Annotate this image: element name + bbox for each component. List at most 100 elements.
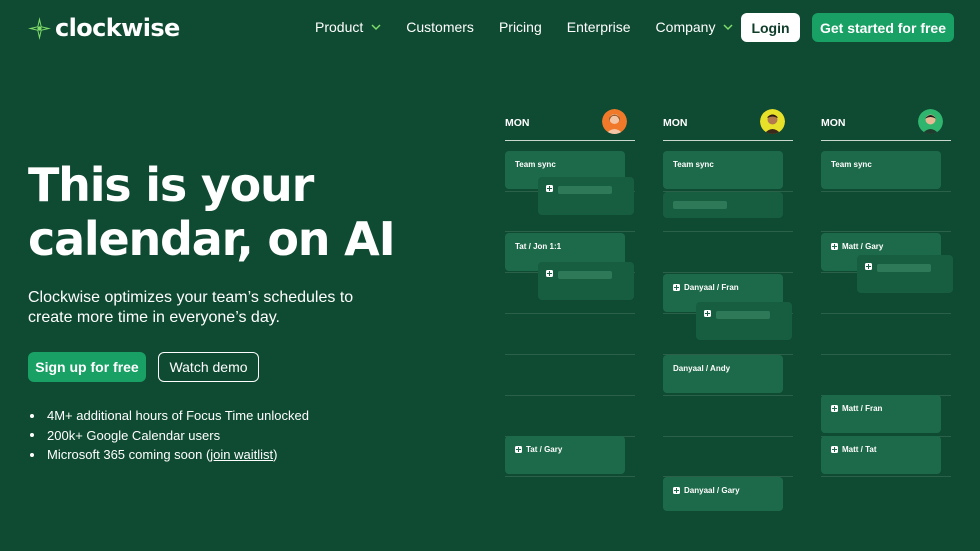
nav-pricing[interactable]: Pricing xyxy=(499,19,542,35)
event-title: Danyaal / Andy xyxy=(673,364,731,373)
brand-logo[interactable]: clockwise xyxy=(28,14,180,42)
plus-icon xyxy=(515,446,522,453)
list-item: Microsoft 365 coming soon (join waitlist… xyxy=(30,445,309,465)
watch-demo-button[interactable]: Watch demo xyxy=(158,352,259,382)
plus-icon xyxy=(546,270,553,277)
calendar-event[interactable]: Tat / Gary xyxy=(505,436,625,474)
hero-title-line-2: calendar, on AI xyxy=(28,212,396,266)
placeholder-bar xyxy=(877,264,931,272)
event-label: Matt / Tat xyxy=(831,445,877,454)
nav-company[interactable]: Company xyxy=(656,19,734,35)
top-navigation: clockwise Product Customers Pricing Ente… xyxy=(0,0,980,56)
hour-line xyxy=(663,231,793,232)
suggested-slot xyxy=(857,255,953,293)
calendar-column-3: MON Team sync Matt / Gary Matt / Fran Ma… xyxy=(821,108,953,528)
nav-enterprise-label: Enterprise xyxy=(566,19,631,35)
hour-line xyxy=(505,395,635,396)
get-started-button[interactable]: Get started for free xyxy=(812,13,954,42)
event-label: Tat / Jon 1:1 xyxy=(515,242,561,251)
brand-name: clockwise xyxy=(55,14,180,42)
hour-line xyxy=(821,476,951,477)
hour-line xyxy=(663,395,793,396)
day-label: MON xyxy=(821,117,846,129)
calendar-column-header: MON xyxy=(663,108,793,141)
nav-product-label: Product xyxy=(315,19,364,35)
clockwise-logo-icon xyxy=(28,16,51,40)
hour-line xyxy=(663,436,793,437)
plus-icon xyxy=(704,310,711,317)
person-avatar-orange-icon xyxy=(602,109,627,134)
hour-line xyxy=(505,476,635,477)
suggested-slot xyxy=(696,302,792,340)
calendar-column-header: MON xyxy=(505,108,635,141)
bullet-dot-icon xyxy=(30,452,34,457)
suggested-slot xyxy=(663,192,783,218)
list-item: 4M+ additional hours of Focus Time unloc… xyxy=(30,406,309,426)
event-title: Tat / Gary xyxy=(526,445,563,454)
plus-icon xyxy=(673,284,680,291)
hour-line xyxy=(505,354,635,355)
chevron-down-icon xyxy=(371,24,381,31)
plus-icon xyxy=(673,487,680,494)
hour-line xyxy=(505,313,635,314)
day-label: MON xyxy=(663,117,688,129)
event-label: Matt / Fran xyxy=(831,404,882,413)
suggested-slot xyxy=(538,262,634,300)
event-label: Team sync xyxy=(673,160,714,169)
calendar-event[interactable]: Matt / Tat xyxy=(821,436,941,474)
nav-pricing-label: Pricing xyxy=(498,19,542,35)
placeholder-bar xyxy=(558,186,612,194)
calendar-event[interactable]: Team sync xyxy=(663,151,783,189)
event-title: Tat / Jon 1:1 xyxy=(515,242,562,251)
placeholder-bar xyxy=(716,311,770,319)
event-title: Matt / Tat xyxy=(842,445,877,454)
bullet-dot-icon xyxy=(30,433,34,438)
hour-line xyxy=(663,272,793,273)
nav-company-label: Company xyxy=(655,19,716,35)
calendar-event[interactable]: Matt / Fran xyxy=(821,395,941,433)
login-button[interactable]: Login xyxy=(741,13,800,42)
plus-icon xyxy=(865,263,872,270)
feature-text: 200k+ Google Calendar users xyxy=(47,427,221,443)
list-item: 200k+ Google Calendar users xyxy=(30,426,309,446)
event-label: Team sync xyxy=(831,160,872,169)
event-label: Matt / Gary xyxy=(831,242,883,251)
event-label: Danyaal / Andy xyxy=(673,364,730,373)
event-label: Danyaal / Gary xyxy=(673,486,740,495)
plus-icon xyxy=(831,405,838,412)
feature-text-prefix: Microsoft 365 coming soon ( xyxy=(47,447,211,462)
chevron-down-icon xyxy=(723,24,733,31)
nav-customers[interactable]: Customers xyxy=(406,19,474,35)
hour-line xyxy=(821,191,951,192)
join-waitlist-link[interactable]: join waitlist xyxy=(210,445,273,465)
event-title: Matt / Gary xyxy=(842,242,884,251)
suggested-slot xyxy=(538,177,634,215)
nav-customers-label: Customers xyxy=(406,19,474,35)
person-avatar-green-icon xyxy=(918,109,943,134)
hero-subtitle: Clockwise optimizes your team’s schedule… xyxy=(28,289,354,326)
event-title: Matt / Fran xyxy=(842,404,883,413)
event-label: Danyaal / Fran xyxy=(673,283,739,292)
event-label: Team sync xyxy=(515,160,556,169)
hero-title-line-1: This is your xyxy=(28,158,314,212)
plus-icon xyxy=(831,446,838,453)
placeholder-bar xyxy=(558,271,612,279)
calendar-event[interactable]: Danyaal / Gary xyxy=(663,477,783,511)
event-title: Team sync xyxy=(515,160,556,169)
nav-product[interactable]: Product xyxy=(315,19,381,35)
feature-text-suffix: ) xyxy=(273,447,278,462)
person-avatar-yellow-icon xyxy=(760,109,785,134)
event-title: Danyaal / Fran xyxy=(684,283,739,292)
event-title: Team sync xyxy=(831,160,872,169)
event-label: Tat / Gary xyxy=(515,445,562,454)
hour-line xyxy=(821,313,951,314)
placeholder-bar xyxy=(673,201,727,209)
day-label: MON xyxy=(505,117,530,129)
calendar-event[interactable]: Danyaal / Andy xyxy=(663,355,783,393)
nav-enterprise[interactable]: Enterprise xyxy=(567,19,631,35)
sign-up-button[interactable]: Sign up for free xyxy=(28,352,146,382)
calendar-column-header: MON xyxy=(821,108,951,141)
plus-icon xyxy=(831,243,838,250)
feature-text: 4M+ additional hours of Focus Time unloc… xyxy=(47,408,309,423)
calendar-event[interactable]: Team sync xyxy=(821,151,941,189)
